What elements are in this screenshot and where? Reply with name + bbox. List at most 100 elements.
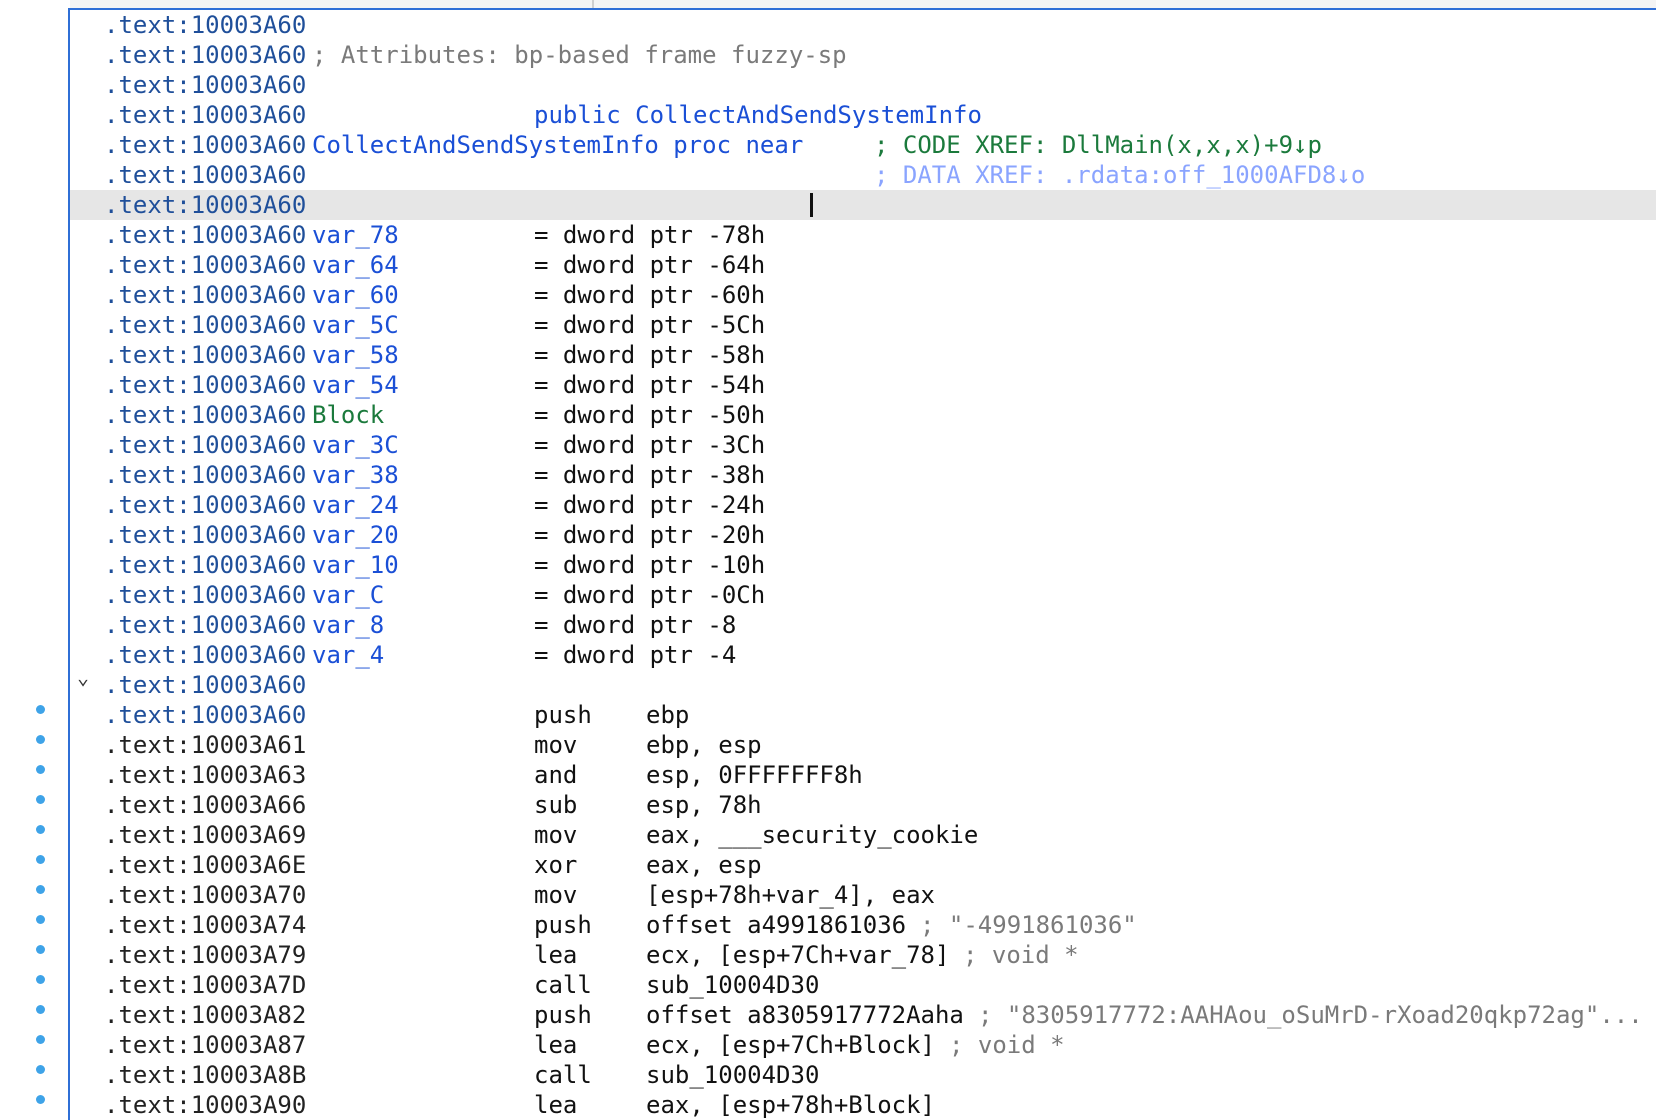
listing-line[interactable]: .text:10003A60 var_5C = dword ptr -5Ch [70, 310, 1656, 340]
address-label[interactable]: .text:10003A60 [104, 550, 306, 580]
stack-var-name[interactable]: var_64 [312, 250, 399, 280]
instruction-operand[interactable]: [esp+78h+var_4], eax [646, 880, 935, 910]
listing-line[interactable]: .text:10003A60 [70, 670, 1656, 700]
address-label[interactable]: .text:10003A66 [104, 790, 306, 820]
instruction-mnemonic[interactable]: mov [534, 880, 577, 910]
stack-var-name[interactable]: var_58 [312, 340, 399, 370]
listing-line[interactable]: .text:10003A66 sub esp, 78h [70, 790, 1656, 820]
listing-line[interactable]: .text:10003A60 push ebp [70, 700, 1656, 730]
public-declaration[interactable]: public CollectAndSendSystemInfo [534, 100, 982, 130]
address-label[interactable]: .text:10003A70 [104, 880, 306, 910]
listing-line[interactable]: .text:10003A60 var_64 = dword ptr -64h [70, 250, 1656, 280]
stack-var-definition[interactable]: = dword ptr -78h [534, 220, 765, 250]
listing-line[interactable]: .text:10003A61 mov ebp, esp [70, 730, 1656, 760]
stack-var-definition[interactable]: = dword ptr -58h [534, 340, 765, 370]
address-label[interactable]: .text:10003A60 [104, 400, 306, 430]
listing-line[interactable]: .text:10003A60 public CollectAndSendSyste… [70, 100, 1656, 130]
disassembly-listing[interactable]: .text:10003A60 .text:10003A60; Attributes… [70, 10, 1656, 1120]
listing-line[interactable]: .text:10003A60 CollectAndSendSystemInfo p… [70, 130, 1656, 160]
address-label[interactable]: .text:10003A60 [104, 40, 306, 70]
listing-line[interactable]: .text:10003A60 [70, 190, 1656, 220]
instruction-operand[interactable]: offset a8305917772Aaha [646, 1000, 964, 1030]
listing-line[interactable]: .text:10003A60 var_78 = dword ptr -78h [70, 220, 1656, 250]
stack-var-name[interactable]: var_38 [312, 460, 399, 490]
address-label[interactable]: .text:10003A60 [104, 70, 306, 100]
instruction-mnemonic[interactable]: call [534, 970, 592, 1000]
breakpoint-dot-icon[interactable] [36, 1005, 45, 1014]
stack-var-name[interactable]: var_3C [312, 430, 399, 460]
instruction-mnemonic[interactable]: push [534, 910, 592, 940]
address-label[interactable]: .text:10003A60 [104, 670, 306, 700]
xref-comment[interactable]: ; DATA XREF: .rdata:off_1000AFD8↓o [874, 160, 1365, 190]
listing-line[interactable]: .text:10003A60 var_10 = dword ptr -10h [70, 550, 1656, 580]
instruction-mnemonic[interactable]: lea [534, 1030, 577, 1060]
address-label[interactable]: .text:10003A8B [104, 1060, 306, 1090]
stack-var-name[interactable]: var_5C [312, 310, 399, 340]
listing-line[interactable]: .text:10003A60 var_4 = dword ptr -4 [70, 640, 1656, 670]
breakpoint-dot-icon[interactable] [36, 885, 45, 894]
instruction-operand[interactable]: eax, esp [646, 850, 762, 880]
address-label[interactable]: .text:10003A90 [104, 1090, 306, 1120]
stack-var-name[interactable]: var_C [312, 580, 384, 610]
breakpoint-dot-icon[interactable] [36, 1095, 45, 1104]
stack-var-definition[interactable]: = dword ptr -3Ch [534, 430, 765, 460]
instruction-operand[interactable]: sub_10004D30 [646, 1060, 819, 1090]
address-label[interactable]: .text:10003A79 [104, 940, 306, 970]
address-label[interactable]: .text:10003A60 [104, 430, 306, 460]
listing-line[interactable]: .text:10003A60 ; DATA XREF: .rdata:off_10… [70, 160, 1656, 190]
instruction-operand[interactable]: esp, 78h [646, 790, 762, 820]
listing-line[interactable]: .text:10003A87 lea ecx, [esp+7Ch+Block] ; v… [70, 1030, 1656, 1060]
stack-var-name[interactable]: var_10 [312, 550, 399, 580]
listing-line[interactable]: .text:10003A60 var_54 = dword ptr -54h [70, 370, 1656, 400]
address-label[interactable]: .text:10003A63 [104, 760, 306, 790]
instruction-comment[interactable]: ; "-4991861036" [920, 910, 1137, 940]
address-label[interactable]: .text:10003A87 [104, 1030, 306, 1060]
comment-text[interactable]: ; Attributes: bp-based frame fuzzy-sp [312, 40, 847, 70]
stack-var-definition[interactable]: = dword ptr -38h [534, 460, 765, 490]
stack-var-definition[interactable]: = dword ptr -24h [534, 490, 765, 520]
instruction-comment[interactable]: ; void * [949, 1030, 1065, 1060]
stack-var-definition[interactable]: = dword ptr -4 [534, 640, 736, 670]
instruction-mnemonic[interactable]: mov [534, 820, 577, 850]
address-label[interactable]: .text:10003A61 [104, 730, 306, 760]
instruction-operand[interactable]: ebp [646, 700, 689, 730]
address-label[interactable]: .text:10003A60 [104, 280, 306, 310]
address-label[interactable]: .text:10003A7D [104, 970, 306, 1000]
listing-line[interactable]: .text:10003A69 mov eax, ___security_cookie [70, 820, 1656, 850]
instruction-operand[interactable]: eax, [esp+78h+Block] [646, 1090, 935, 1120]
stack-var-name[interactable]: var_24 [312, 490, 399, 520]
breakpoint-dot-icon[interactable] [36, 705, 45, 714]
address-label[interactable]: .text:10003A60 [104, 580, 306, 610]
stack-var-definition[interactable]: = dword ptr -5Ch [534, 310, 765, 340]
breakpoint-dot-icon[interactable] [36, 765, 45, 774]
breakpoint-dot-icon[interactable] [36, 855, 45, 864]
stack-var-definition[interactable]: = dword ptr -54h [534, 370, 765, 400]
stack-var-definition[interactable]: = dword ptr -10h [534, 550, 765, 580]
breakpoint-dot-icon[interactable] [36, 945, 45, 954]
address-label[interactable]: .text:10003A6E [104, 850, 306, 880]
address-label[interactable]: .text:10003A60 [104, 340, 306, 370]
address-label[interactable]: .text:10003A60 [104, 100, 306, 130]
instruction-mnemonic[interactable]: mov [534, 730, 577, 760]
address-label[interactable]: .text:10003A82 [104, 1000, 306, 1030]
listing-line[interactable]: .text:10003A60 var_C = dword ptr -0Ch [70, 580, 1656, 610]
stack-var-name[interactable]: Block [312, 400, 384, 430]
stack-var-name[interactable]: var_8 [312, 610, 384, 640]
stack-var-definition[interactable]: = dword ptr -64h [534, 250, 765, 280]
collapse-chevron-icon[interactable]: ⌄ [72, 666, 94, 688]
address-label[interactable]: .text:10003A60 [104, 460, 306, 490]
proc-name[interactable]: CollectAndSendSystemInfo proc near [312, 130, 803, 160]
instruction-operand[interactable]: eax, ___security_cookie [646, 820, 978, 850]
stack-var-name[interactable]: var_60 [312, 280, 399, 310]
instruction-mnemonic[interactable]: and [534, 760, 577, 790]
address-label[interactable]: .text:10003A60 [104, 160, 306, 190]
instruction-operand[interactable]: esp, 0FFFFFFF8h [646, 760, 863, 790]
stack-var-name[interactable]: var_20 [312, 520, 399, 550]
listing-line[interactable]: .text:10003A60 Block = dword ptr -50h [70, 400, 1656, 430]
listing-line[interactable]: .text:10003A82 push offset a8305917772Aaha… [70, 1000, 1656, 1030]
instruction-mnemonic[interactable]: call [534, 1060, 592, 1090]
address-label[interactable]: .text:10003A60 [104, 640, 306, 670]
stack-var-definition[interactable]: = dword ptr -8 [534, 610, 736, 640]
instruction-operand[interactable]: offset a4991861036 [646, 910, 906, 940]
listing-line[interactable]: .text:10003A60 var_3C = dword ptr -3Ch [70, 430, 1656, 460]
